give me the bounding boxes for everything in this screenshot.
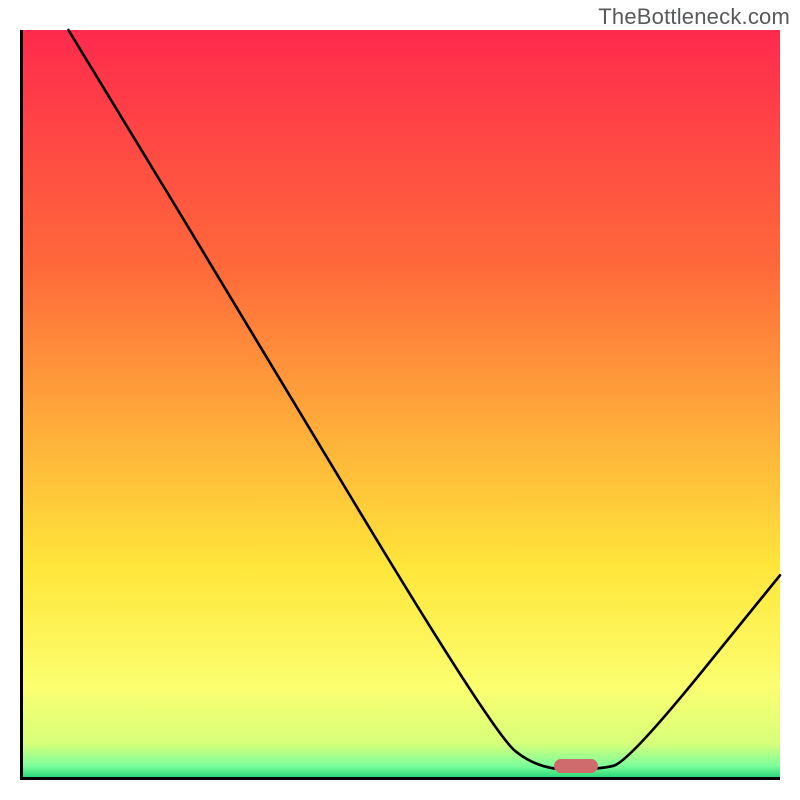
watermark-text: TheBottleneck.com	[598, 4, 790, 30]
chart-plot-area	[20, 30, 780, 780]
optimal-point-marker	[554, 759, 598, 773]
bottleneck-curve-path	[68, 30, 780, 770]
bottleneck-line-chart	[23, 30, 780, 777]
